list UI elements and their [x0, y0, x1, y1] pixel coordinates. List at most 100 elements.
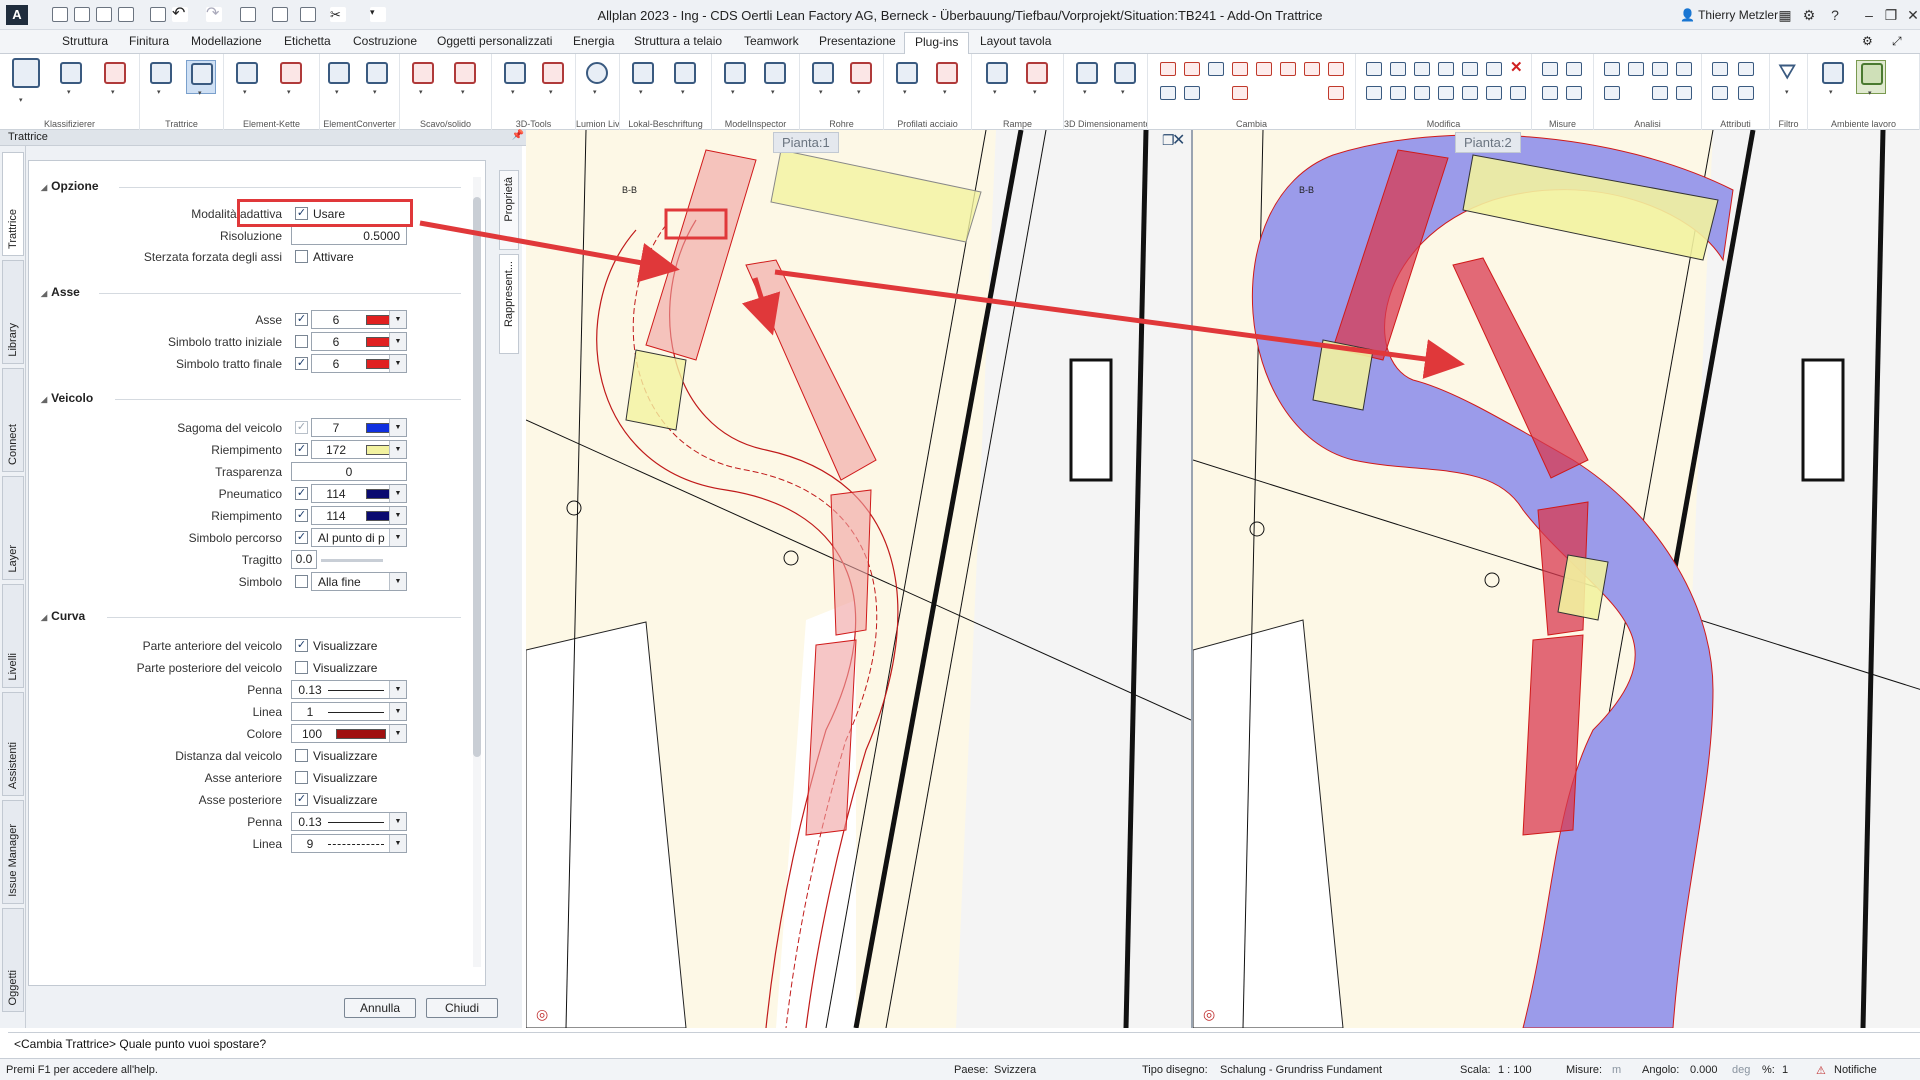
pin-icon[interactable]: 📌 [512, 130, 524, 141]
modifica-icon-10[interactable] [1414, 86, 1430, 100]
cambia-icon-5[interactable] [1256, 62, 1272, 76]
menu-oggetti-personalizzati[interactable]: Oggetti personalizzati [437, 34, 552, 48]
model-inspector-icon[interactable]: ▾ [720, 60, 750, 96]
settings-icon[interactable]: ⚙ [1796, 4, 1822, 26]
analysis-icon-7[interactable] [1676, 86, 1692, 100]
3d-tools-icon[interactable]: ▾ [500, 60, 530, 96]
label-abc-icon[interactable]: ▾ [628, 60, 658, 96]
sagoma-select[interactable]: 7 ▼ [311, 418, 407, 437]
measure-icon-4[interactable] [1566, 86, 1582, 100]
simbolo-select[interactable]: Alla fine ▼ [311, 572, 407, 591]
modifica-icon-4[interactable] [1438, 62, 1454, 76]
excavation-icon[interactable]: ▾ [408, 60, 438, 96]
menu-struttura[interactable]: Struttura [62, 34, 108, 48]
cambia-icon-1[interactable] [1160, 62, 1176, 76]
modifica-icon-13[interactable] [1486, 86, 1502, 100]
viewport-pianta-1[interactable]: Pianta:1 B-B ❐ ✕ ◎ [526, 130, 1191, 1028]
menu-teamwork[interactable]: Teamwork [744, 34, 799, 48]
simbolo-finale-select[interactable]: 6 ▼ [311, 354, 407, 373]
modifica-icon-5[interactable] [1462, 62, 1478, 76]
section-opzione[interactable]: ◢ Opzione [41, 179, 99, 193]
linea-select[interactable]: 1 ▼ [291, 702, 407, 721]
measure-icon-1[interactable] [1542, 62, 1558, 76]
steel-profile-icon[interactable]: ▾ [892, 60, 922, 96]
modifica-icon-11[interactable] [1438, 86, 1454, 100]
trattrice-modify-icon[interactable]: ▾ [186, 60, 216, 97]
simbolo-iniziale-checkbox[interactable] [295, 335, 308, 348]
cambia-icon-6[interactable] [1280, 62, 1296, 76]
tab-proprieta[interactable]: Proprietà [499, 170, 519, 250]
section-asse[interactable]: ◢ Asse [41, 285, 80, 299]
penna-select[interactable]: 0.13 ▼ [291, 680, 407, 699]
element-converter-icon[interactable]: ▾ [324, 60, 354, 96]
tab-connect[interactable]: Connect [2, 368, 24, 472]
simbolo-finale-checkbox[interactable]: ✓ [295, 357, 308, 370]
riempimento-2-checkbox[interactable]: ✓ [295, 509, 308, 522]
steel-profile-2-icon[interactable]: ▾ [932, 60, 962, 96]
simbolo-percorso-select[interactable]: Al punto di p ▼ [311, 528, 407, 547]
modifica-icon-14[interactable] [1510, 86, 1526, 100]
trattrice-curve-icon[interactable]: ▾ [146, 60, 176, 96]
delete-icon[interactable]: ✕ [1510, 60, 1526, 76]
linea-2-select[interactable]: 9 ▼ [291, 834, 407, 853]
modifica-icon-1[interactable] [1366, 62, 1382, 76]
menu-presentazione[interactable]: Presentazione [819, 34, 896, 48]
penna-2-select[interactable]: 0.13 ▼ [291, 812, 407, 831]
modifica-icon-3[interactable] [1414, 62, 1430, 76]
viewport-pianta-2[interactable]: Pianta:2 B-B ◎ [1191, 130, 1920, 1028]
attribute-icon-1[interactable] [1712, 62, 1728, 76]
chevron-down-icon[interactable]: ▼ [389, 311, 406, 328]
3d-tools-red-icon[interactable]: ▾ [538, 60, 568, 96]
menu-layout-tavola[interactable]: Layout tavola [980, 34, 1051, 48]
pipe-icon[interactable]: ▾ [808, 60, 838, 96]
tragitto-value[interactable]: 0.0 [291, 550, 317, 569]
riempimento-checkbox[interactable]: ✓ [295, 443, 308, 456]
tab-oggetti[interactable]: Oggetti [2, 908, 24, 1012]
simbolo-checkbox[interactable] [295, 575, 308, 588]
cambia-icon-11[interactable] [1232, 86, 1248, 100]
modifica-icon-12[interactable] [1462, 86, 1478, 100]
simbolo-iniziale-select[interactable]: 6 ▼ [311, 332, 407, 351]
section-curva[interactable]: ◢ Curva [41, 609, 85, 623]
modifica-icon-9[interactable] [1390, 86, 1406, 100]
tab-library[interactable]: Library [2, 260, 24, 364]
menu-modellazione[interactable]: Modellazione [191, 34, 262, 48]
ramp-icon[interactable]: ▾ [982, 60, 1012, 96]
tab-trattrice[interactable]: Trattrice [2, 152, 24, 256]
element-chain-icon[interactable]: ▾ [232, 60, 262, 96]
chevron-down-icon[interactable]: ▼ [389, 419, 406, 436]
asse-anteriore-checkbox[interactable] [295, 771, 308, 784]
tab-livelli[interactable]: Livelli [2, 584, 24, 688]
tab-issue-manager[interactable]: Issue Manager [2, 800, 24, 904]
properties-scrollbar[interactable] [473, 177, 481, 967]
status-tipo[interactable]: Schalung - Grundriss Fundament [1220, 1064, 1382, 1076]
asse-posteriore-checkbox[interactable]: ✓ [295, 793, 308, 806]
close-window-button[interactable]: ✕ [1900, 4, 1920, 26]
simbolo-percorso-checkbox[interactable]: ✓ [295, 531, 308, 544]
workspace-icon-1[interactable]: ▾ [1818, 60, 1848, 96]
cambia-icon-7[interactable] [1304, 62, 1320, 76]
grid-icon[interactable]: ▦ [1772, 4, 1798, 26]
cambia-icon-8[interactable] [1328, 62, 1344, 76]
chevron-down-icon[interactable]: ▼ [389, 725, 406, 742]
chevron-down-icon[interactable]: ▼ [389, 333, 406, 350]
chevron-down-icon[interactable]: ▼ [389, 441, 406, 458]
dimension-3d-icon[interactable]: ▾ [1072, 60, 1102, 96]
element-converter-3d-icon[interactable]: ▾ [362, 60, 392, 96]
pneumatico-checkbox[interactable]: ✓ [295, 487, 308, 500]
pipe-red-icon[interactable]: ▾ [846, 60, 876, 96]
navigation-icon[interactable]: ◎ [1203, 1006, 1215, 1023]
menu-costruzione[interactable]: Costruzione [353, 34, 417, 48]
trasparenza-input[interactable]: 0 [291, 462, 407, 481]
analysis-icon-5[interactable] [1604, 86, 1620, 100]
analysis-icon-3[interactable] [1652, 62, 1668, 76]
sterzata-checkbox[interactable] [295, 250, 308, 263]
cambia-icon-4[interactable] [1232, 62, 1248, 76]
analysis-icon-6[interactable] [1652, 86, 1668, 100]
risoluzione-input[interactable]: 0.5000 [291, 226, 407, 245]
chevron-down-icon[interactable]: ▼ [389, 703, 406, 720]
modifica-icon-6[interactable] [1486, 62, 1502, 76]
annulla-button[interactable]: Annulla [344, 998, 416, 1018]
distanza-checkbox[interactable] [295, 749, 308, 762]
colore-select[interactable]: 100 ▼ [291, 724, 407, 743]
